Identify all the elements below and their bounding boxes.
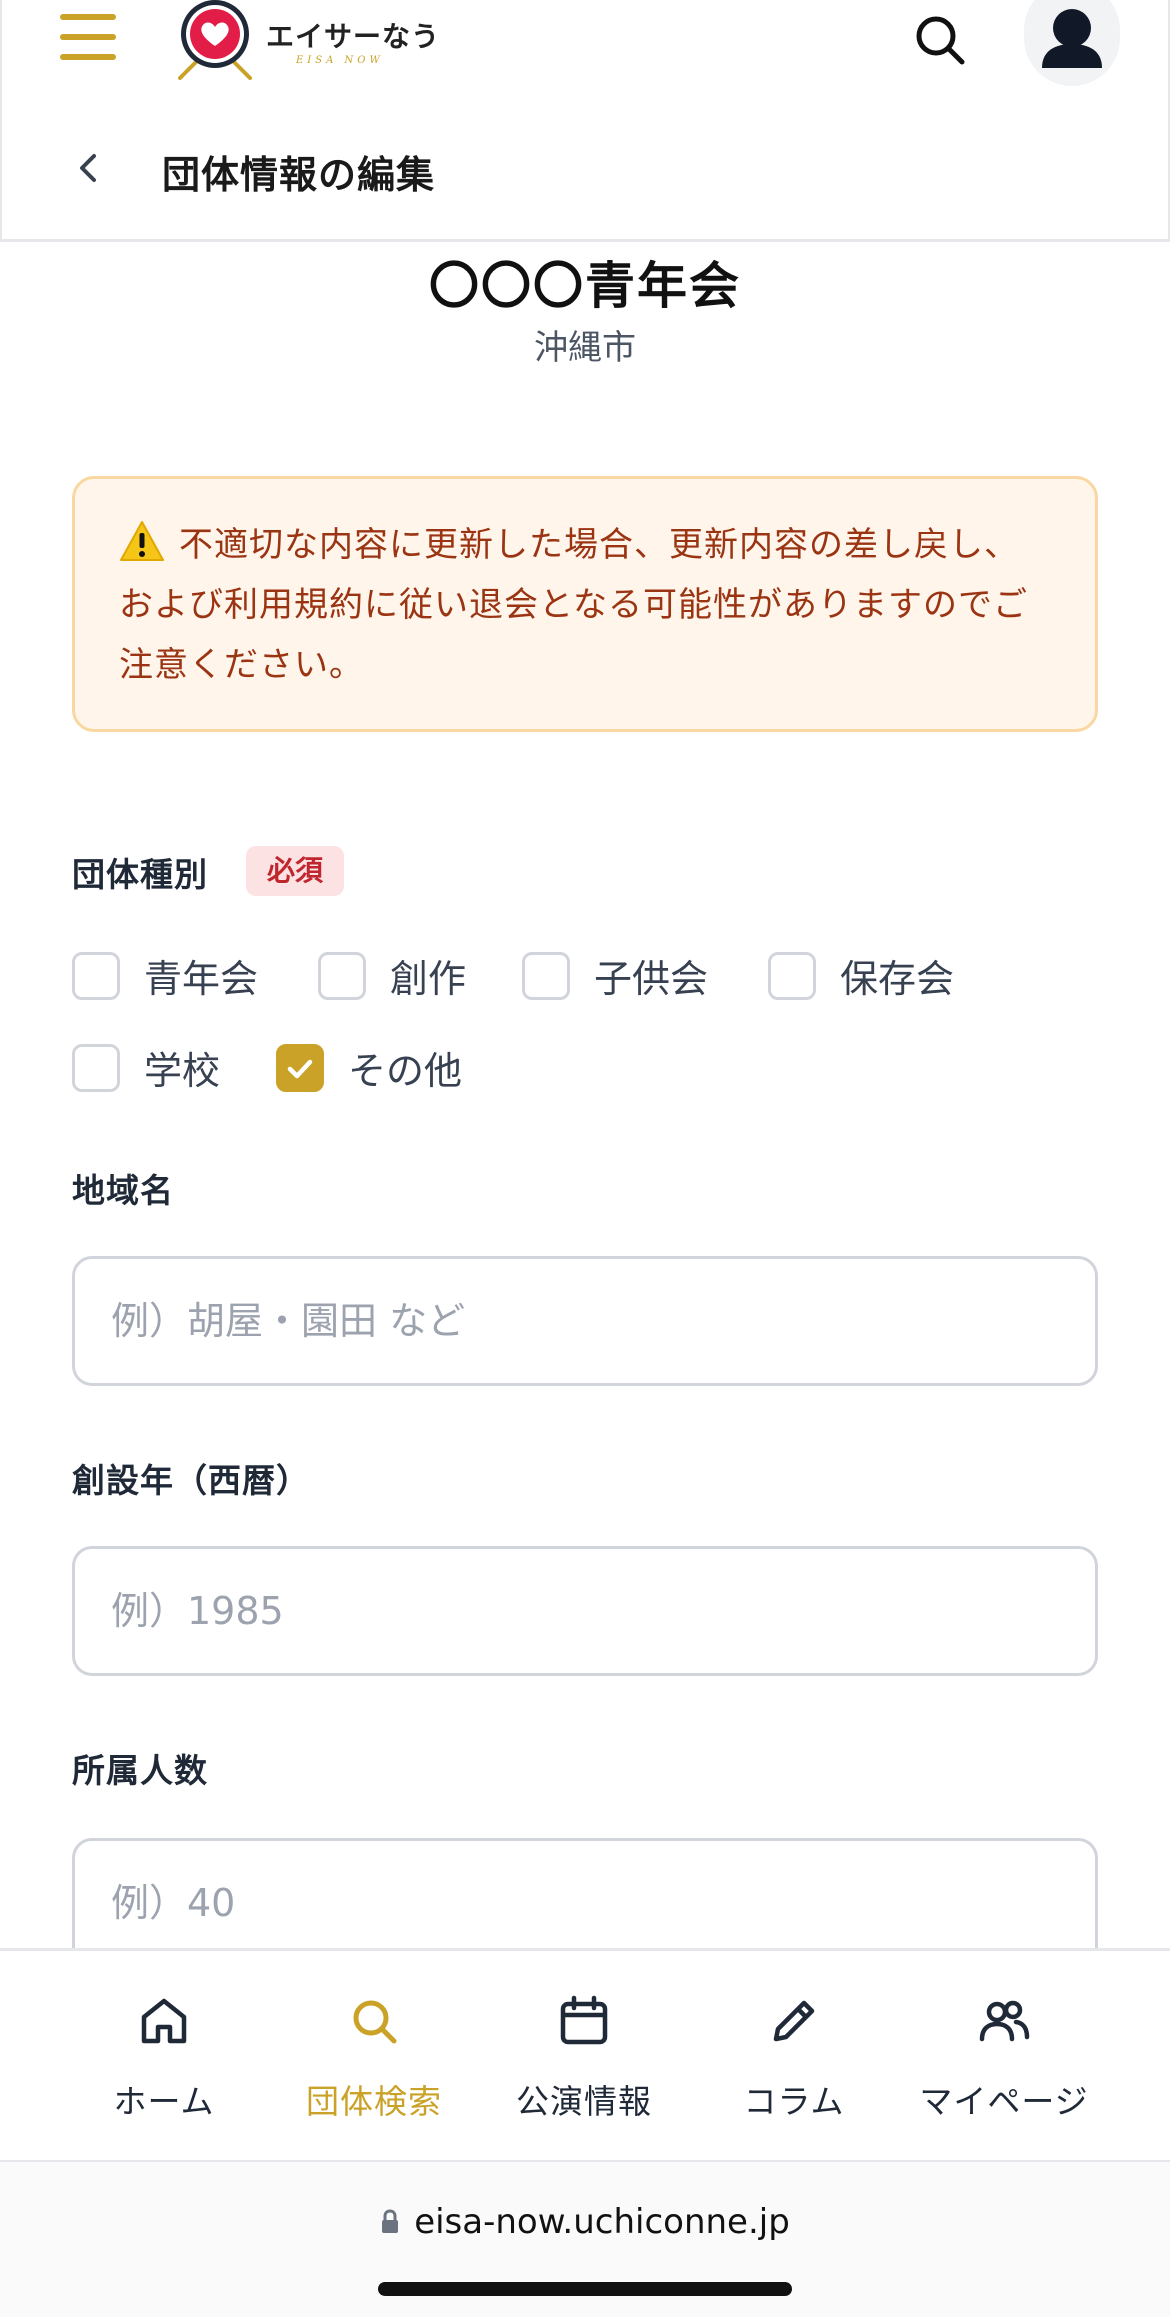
bottom-nav: ホーム 団体検索 公演情報 コラム マイページ [0,1948,1170,2160]
search-icon [353,2000,397,2044]
home-indicator[interactable] [378,2282,792,2296]
nav-item-mypage[interactable]: マイページ [899,1951,1109,2163]
home-icon [141,1998,187,2044]
warning-icon [120,521,164,561]
nav-item-performances[interactable]: 公演情報 [479,1951,689,2163]
checkbox-box[interactable] [522,951,570,1000]
nav-label: 団体検索 [306,2082,442,2121]
nav-label: ホーム [113,2082,215,2121]
checkbox-box[interactable] [318,951,366,1000]
group-city: 沖縄市 [534,328,636,368]
warning-text: 不適切な内容に更新した場合、更新内容の差し戻し、および利用規約に従い退会となる可… [119,525,1028,685]
app-logo[interactable]: エイサーなう EISA NOW [172,0,440,80]
users-icon [979,2000,1030,2042]
checkbox-box[interactable] [72,951,120,1000]
hamburger-menu-icon[interactable] [60,14,116,60]
pencil-icon [773,2000,815,2042]
required-badge: 必須 [246,846,344,896]
nav-item-home[interactable]: ホーム [59,1951,269,2163]
checkbox-seinenkai[interactable]: 青年会 [72,948,258,1003]
header-search-icon[interactable] [910,10,970,70]
checkbox-label: その他 [348,1049,463,1093]
sub-header: 団体情報の編集 [2,118,1168,218]
checkbox-box[interactable] [768,951,816,1000]
url-display[interactable]: eisa-now.uchiconne.jp [0,2202,1170,2242]
checkbox-hozonkai[interactable]: 保存会 [768,948,954,1003]
nav-label: マイページ [919,2082,1089,2121]
checkbox-label: 子供会 [594,957,709,1001]
nav-label: 公演情報 [516,2082,652,2121]
region-input[interactable] [72,1256,1098,1386]
checkbox-box-checked[interactable] [276,1043,324,1092]
lock-icon [382,2209,399,2233]
checkbox-label: 青年会 [144,957,259,1001]
members-label: 所属人数 [72,1751,208,1790]
group-type-label: 団体種別 [72,855,208,894]
url-text: eisa-now.uchiconne.jp [414,2202,790,2242]
checkbox-sousaku[interactable]: 創作 [318,948,466,1003]
top-bar: エイサーなう EISA NOW [2,0,1168,100]
warning-text-block: 不適切な内容に更新した場合、更新内容の差し戻し、および利用規約に従い退会となる可… [119,515,1051,695]
founded-year-input[interactable] [72,1546,1098,1676]
checkbox-box[interactable] [72,1043,120,1092]
checkbox-gakkou[interactable]: 学校 [72,1040,220,1095]
logo-sub-text: EISA NOW [296,54,384,66]
logo-drum-icon [178,0,252,80]
back-chevron-icon[interactable] [68,146,108,190]
logo-main-text: エイサーなう [266,19,441,53]
checkbox-sonota[interactable]: その他 [276,1040,462,1095]
browser-address-bar: eisa-now.uchiconne.jp [0,2160,1170,2317]
nav-item-column[interactable]: コラム [689,1951,899,2163]
checkbox-label: 学校 [144,1049,221,1093]
group-name: 〇〇〇青年会 [429,257,741,315]
region-label: 地域名 [72,1171,174,1210]
calendar-icon [560,1995,608,2045]
checkmark-icon [287,1059,313,1078]
checkbox-label: 保存会 [840,957,955,1001]
nav-label: コラム [743,2082,845,2121]
checkbox-label: 創作 [390,957,467,1001]
app-header: エイサーなう EISA NOW 団体情報の編集 [0,0,1170,242]
page-title: 団体情報の編集 [162,153,436,197]
user-avatar-icon[interactable] [1024,0,1120,86]
warning-notice: 不適切な内容に更新した場合、更新内容の差し戻し、および利用規約に従い退会となる可… [72,476,1098,732]
founded-year-label: 創設年（西暦） [72,1461,310,1500]
nav-item-group-search[interactable]: 団体検索 [269,1951,479,2163]
checkbox-kodomokai[interactable]: 子供会 [522,948,708,1003]
logo-text: エイサーなう EISA NOW [266,15,440,66]
